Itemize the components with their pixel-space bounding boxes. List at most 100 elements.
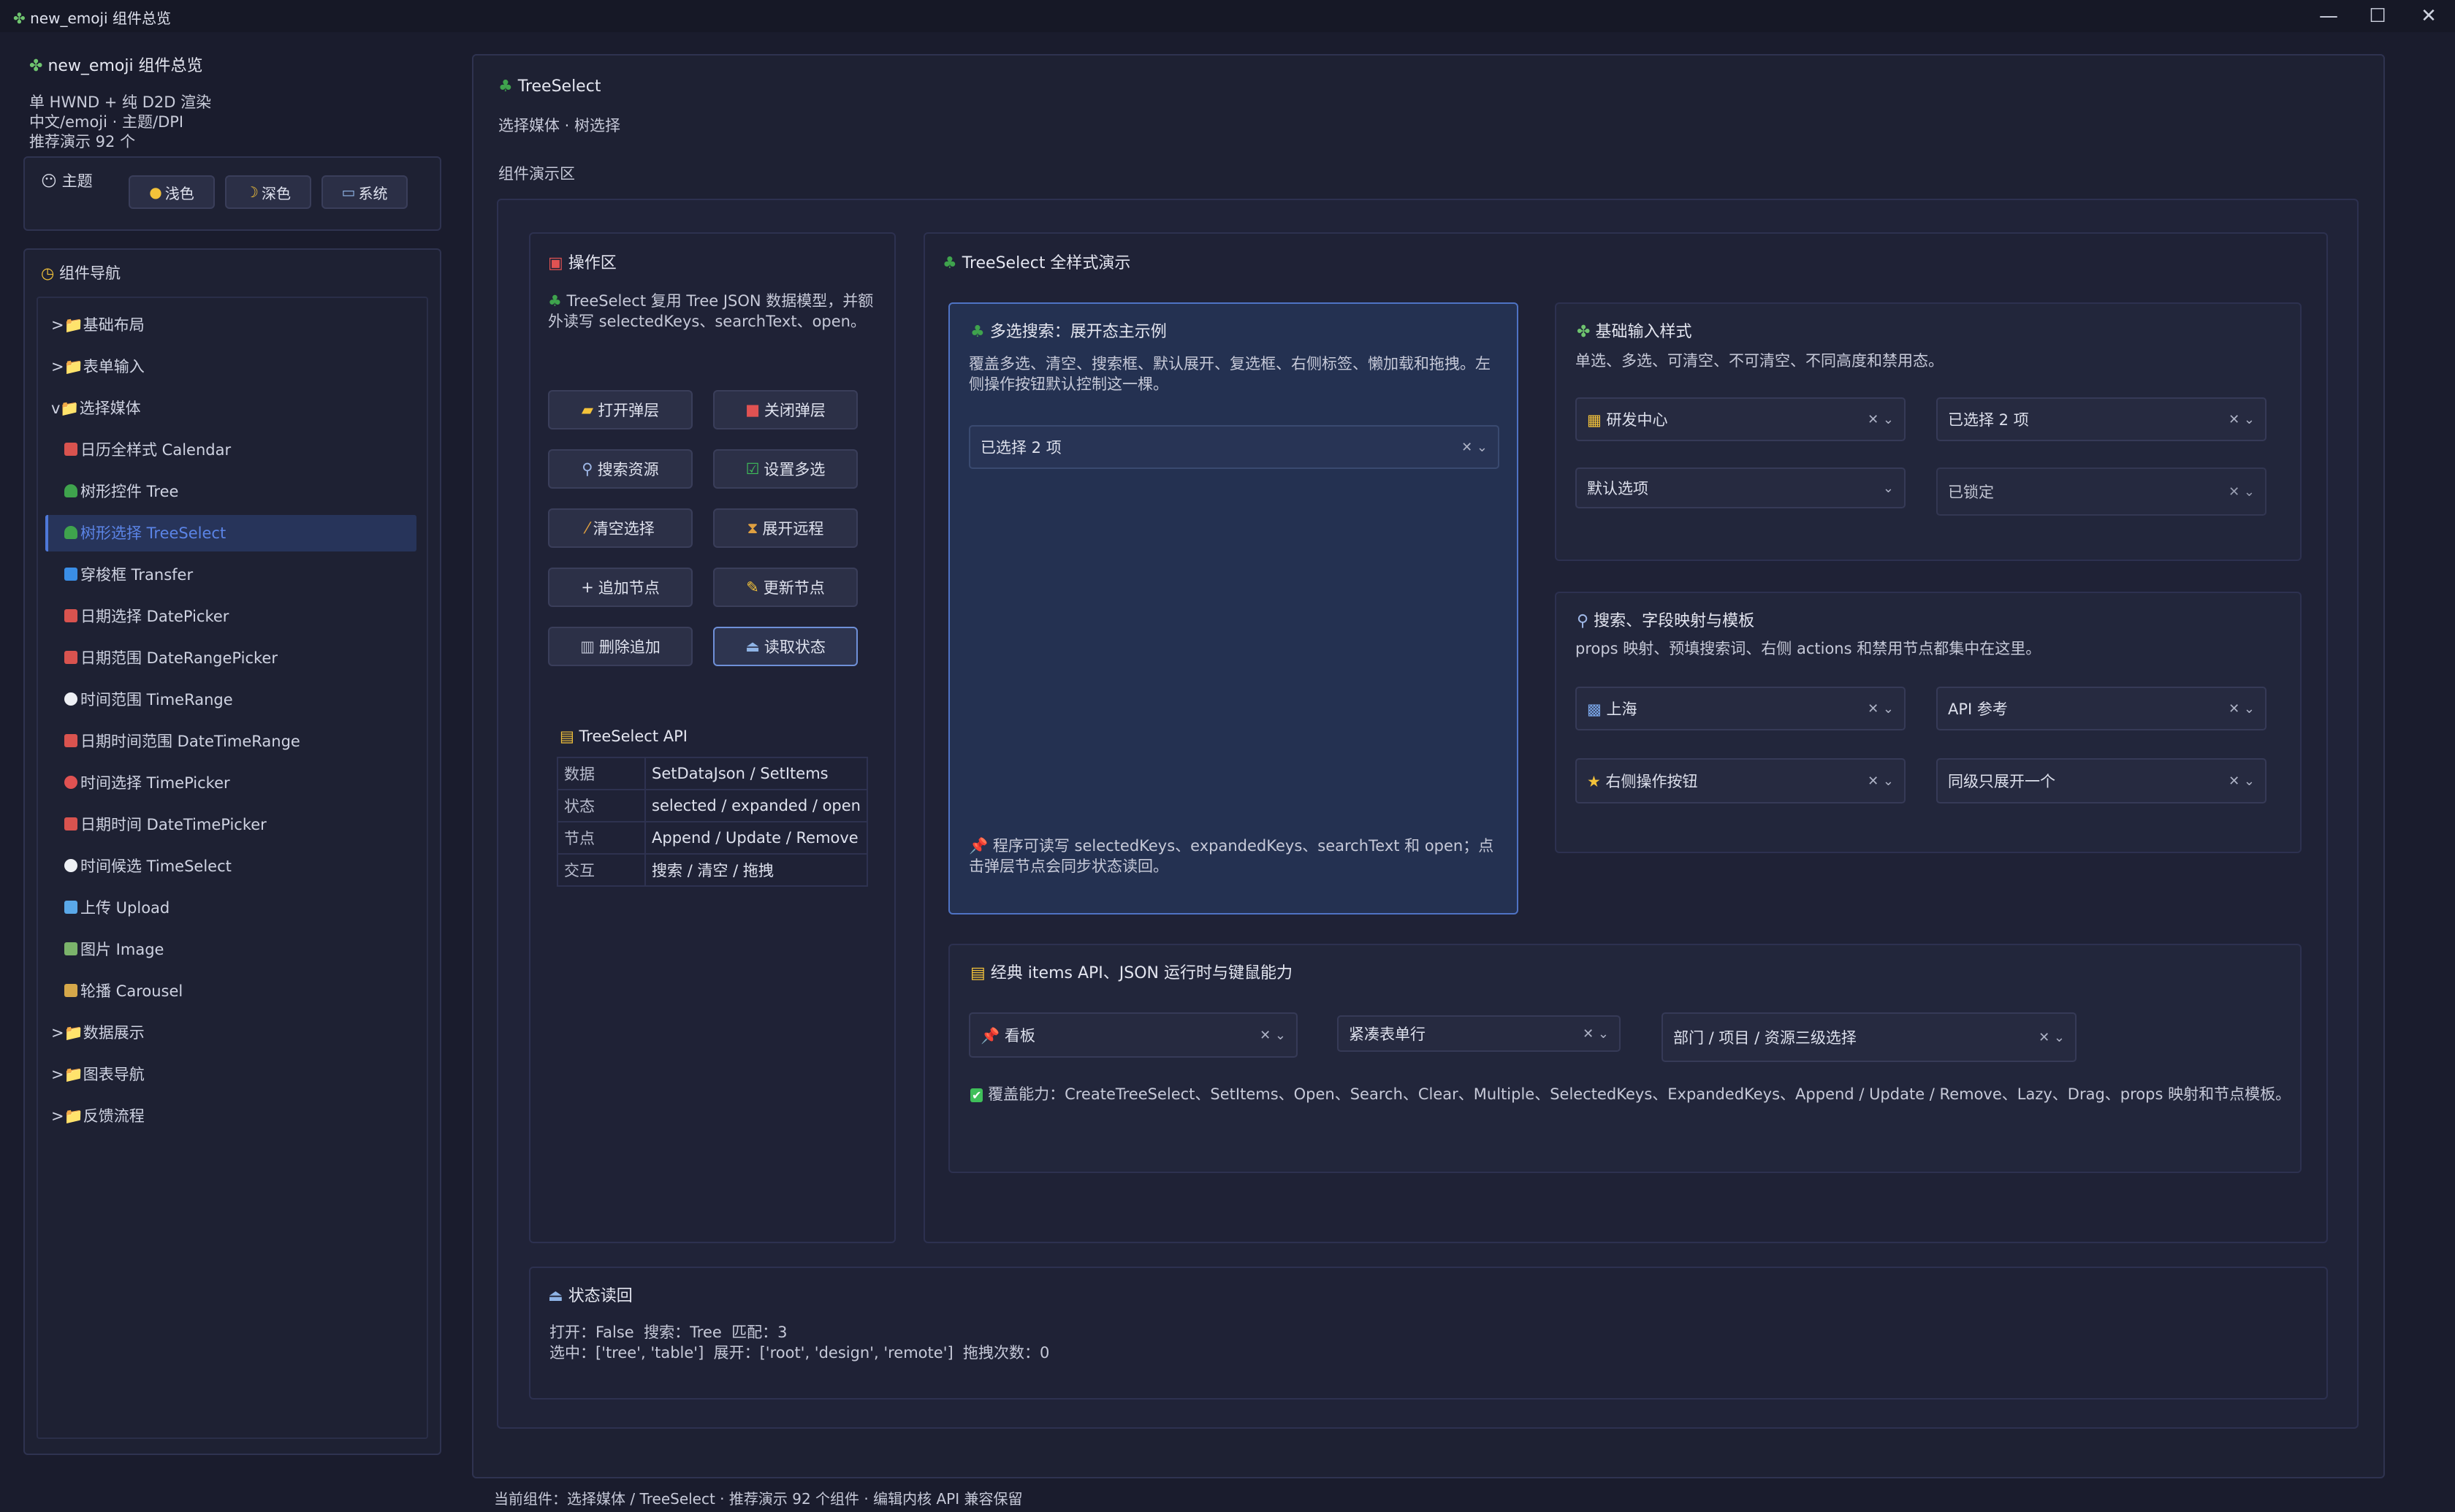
nav-item-basic-layout[interactable]: >📁基础布局: [51, 307, 416, 342]
chevron-down-icon[interactable]: ⌄: [1271, 1028, 1286, 1043]
remove-appended-button[interactable]: ▥ 删除追加: [548, 627, 693, 666]
table-row: 交互 搜索 / 清空 / 拖拽: [556, 853, 868, 887]
nav-item-image[interactable]: 图片 Image: [64, 931, 430, 966]
basic-select-1[interactable]: ▦ 研发中心 ✕ ⌄: [1575, 397, 1906, 441]
nav-item-datetimepicker[interactable]: 日期时间 DateTimePicker: [64, 806, 430, 841]
theme-dark-button[interactable]: ☽ 深色: [225, 175, 311, 209]
classic-select-1[interactable]: 📌 看板 ✕ ⌄: [969, 1012, 1298, 1058]
ops-title: ▣ 操作区: [548, 254, 617, 272]
nav-item-calendar[interactable]: 日历全样式 Calendar: [64, 432, 430, 467]
clear-icon[interactable]: ✕: [2228, 412, 2239, 427]
expand-remote-button[interactable]: ⧗ 展开远程: [713, 508, 858, 548]
pencil-icon: ✎: [746, 579, 759, 596]
nav-title: ◷ 组件导航: [41, 264, 121, 282]
search-select-1[interactable]: ▩ 上海 ✕ ⌄: [1575, 687, 1906, 730]
clear-icon[interactable]: ✕: [1868, 774, 1879, 789]
theme-light-button[interactable]: ● 浅色: [129, 175, 215, 209]
basic-select-3[interactable]: 默认选项 ⌄: [1575, 467, 1906, 508]
clear-icon[interactable]: ✕: [1868, 412, 1879, 427]
clear-icon[interactable]: ✕: [1868, 701, 1879, 717]
nav-item-transfer[interactable]: 穿梭框 Transfer: [64, 557, 430, 592]
nav-item-timerange[interactable]: 时间范围 TimeRange: [64, 681, 430, 717]
chevron-down-icon[interactable]: ⌄: [2239, 412, 2255, 427]
nav-item-form-input[interactable]: >📁表单输入: [51, 348, 416, 383]
nav-item-tree[interactable]: 树形控件 Tree: [64, 473, 430, 508]
close-button[interactable]: ✕: [2405, 0, 2452, 32]
book-icon: ▤: [970, 964, 986, 982]
clear-icon[interactable]: ✕: [2039, 1030, 2049, 1045]
image-icon: [64, 942, 77, 955]
theme-system-button[interactable]: ▭ 系统: [321, 175, 408, 209]
chevron-down-icon[interactable]: ⌄: [2239, 774, 2255, 789]
transfer-icon: [64, 568, 77, 581]
nav-item-chart-nav[interactable]: >📁图表导航: [51, 1056, 416, 1091]
search-select-3[interactable]: ★ 右侧操作按钮 ✕ ⌄: [1575, 758, 1906, 803]
state-line-1: 打开：False 搜索：Tree 匹配：3: [549, 1324, 788, 1341]
clear-icon[interactable]: ✕: [1461, 440, 1472, 455]
classic-select-3[interactable]: 部门 / 项目 / 资源三级选择 ✕ ⌄: [1662, 1012, 2077, 1062]
nav-item-daterangepicker[interactable]: 日期范围 DateRangePicker: [64, 640, 430, 675]
classic-coverage: ✔ 覆盖能力：CreateTreeSelect、SetItems、Open、Se…: [970, 1085, 2291, 1103]
close-popup-button[interactable]: ■ 关闭弹层: [713, 390, 858, 429]
chevron-down-icon[interactable]: ⌄: [1594, 1026, 1609, 1042]
clear-icon[interactable]: ✕: [2228, 774, 2239, 789]
open-popup-button[interactable]: ▰ 打开弹层: [548, 390, 693, 429]
nav-item-timeselect[interactable]: 时间候选 TimeSelect: [64, 848, 430, 883]
search-select-2[interactable]: API 参考 ✕ ⌄: [1936, 687, 2266, 730]
multi-treeselect[interactable]: 已选择 2 项 ✕ ⌄: [969, 425, 1499, 469]
classic-select-2-compact[interactable]: 紧凑表单行 ✕ ⌄: [1337, 1015, 1621, 1052]
nav-item-timepicker[interactable]: 时间选择 TimePicker: [64, 765, 430, 800]
chevron-down-icon[interactable]: ⌄: [2049, 1030, 2065, 1045]
nav-item-data-display[interactable]: >📁数据展示: [51, 1015, 416, 1050]
laptop-icon: ▭: [341, 183, 356, 201]
append-node-button[interactable]: + 追加节点: [548, 568, 693, 607]
nav-item-upload[interactable]: 上传 Upload: [64, 890, 430, 925]
moon-icon: ☽: [246, 183, 259, 201]
chevron-down-icon[interactable]: ⌄: [2239, 484, 2255, 500]
maximize-button[interactable]: ☐: [2354, 0, 2401, 32]
clear-icon[interactable]: ✕: [1260, 1028, 1271, 1043]
broom-icon: ⁄: [586, 519, 589, 537]
search-select-4[interactable]: 同级只展开一个 ✕ ⌄: [1936, 758, 2266, 803]
tree-icon: [64, 526, 77, 539]
clear-icon[interactable]: ✕: [1583, 1026, 1594, 1042]
update-node-button[interactable]: ✎ 更新节点: [713, 568, 858, 607]
puzzle-icon: ✤: [1577, 323, 1591, 341]
calendar-icon: [64, 734, 77, 747]
clear-icon[interactable]: ✕: [2228, 701, 2239, 717]
api-value: selected / expanded / open: [644, 789, 868, 822]
chevron-down-icon[interactable]: ⌄: [1879, 412, 1894, 427]
basic-select-2[interactable]: 已选择 2 项 ✕ ⌄: [1936, 397, 2266, 441]
tree-icon: ♣: [943, 254, 957, 272]
multi-card-footer: 📌 程序可读写 selectedKeys、expandedKeys、search…: [969, 837, 1494, 875]
folder-icon: ▰: [581, 401, 594, 419]
search-card-title: ⚲ 搜索、字段映射与模板: [1577, 612, 1755, 630]
calendar-icon: [64, 651, 77, 664]
chevron-down-icon[interactable]: ⌄: [2239, 701, 2255, 717]
chevron-down-icon[interactable]: ⌄: [1883, 481, 1894, 496]
inbox-icon: ⏏: [548, 1287, 563, 1305]
read-state-button[interactable]: ⏏ 读取状态: [713, 627, 858, 666]
nav-item-feedback[interactable]: >📁反馈流程: [51, 1098, 416, 1133]
tree-icon: ♣: [498, 77, 513, 96]
nav-item-treeselect[interactable]: 树形选择 TreeSelect: [64, 515, 430, 550]
clear-icon[interactable]: ✕: [2228, 484, 2239, 500]
chevron-down-icon[interactable]: ⌄: [1879, 701, 1894, 717]
book-icon: ▤: [560, 728, 574, 745]
clear-selection-button[interactable]: ⁄ 清空选择: [548, 508, 693, 548]
set-multiple-button[interactable]: ☑ 设置多选: [713, 449, 858, 489]
app-icon: ✤: [13, 9, 26, 27]
calendar-icon: [64, 817, 77, 831]
nav-item-select-media[interactable]: v📁选择媒体: [51, 390, 416, 425]
city-icon: ▩: [1587, 700, 1602, 718]
minimize-button[interactable]: —: [2305, 0, 2352, 32]
basic-select-4-disabled[interactable]: 已锁定 ✕ ⌄: [1936, 467, 2266, 516]
nav-item-datetimerange[interactable]: 日期时间范围 DateTimeRange: [64, 723, 430, 758]
chevron-down-icon[interactable]: ⌄: [1879, 774, 1894, 789]
nav-item-datepicker[interactable]: 日期选择 DatePicker: [64, 598, 430, 633]
api-table: 数据 SetDataJson / SetItems 状态 selected / ex…: [556, 757, 868, 887]
chevron-down-icon[interactable]: ⌄: [1472, 440, 1488, 455]
nav-item-carousel[interactable]: 轮播 Carousel: [64, 973, 430, 1008]
search-resource-button[interactable]: ⚲ 搜索资源: [548, 449, 693, 489]
ops-desc: ♣ TreeSelect 复用 Tree JSON 数据模型，并额外读写 sel…: [548, 292, 874, 330]
